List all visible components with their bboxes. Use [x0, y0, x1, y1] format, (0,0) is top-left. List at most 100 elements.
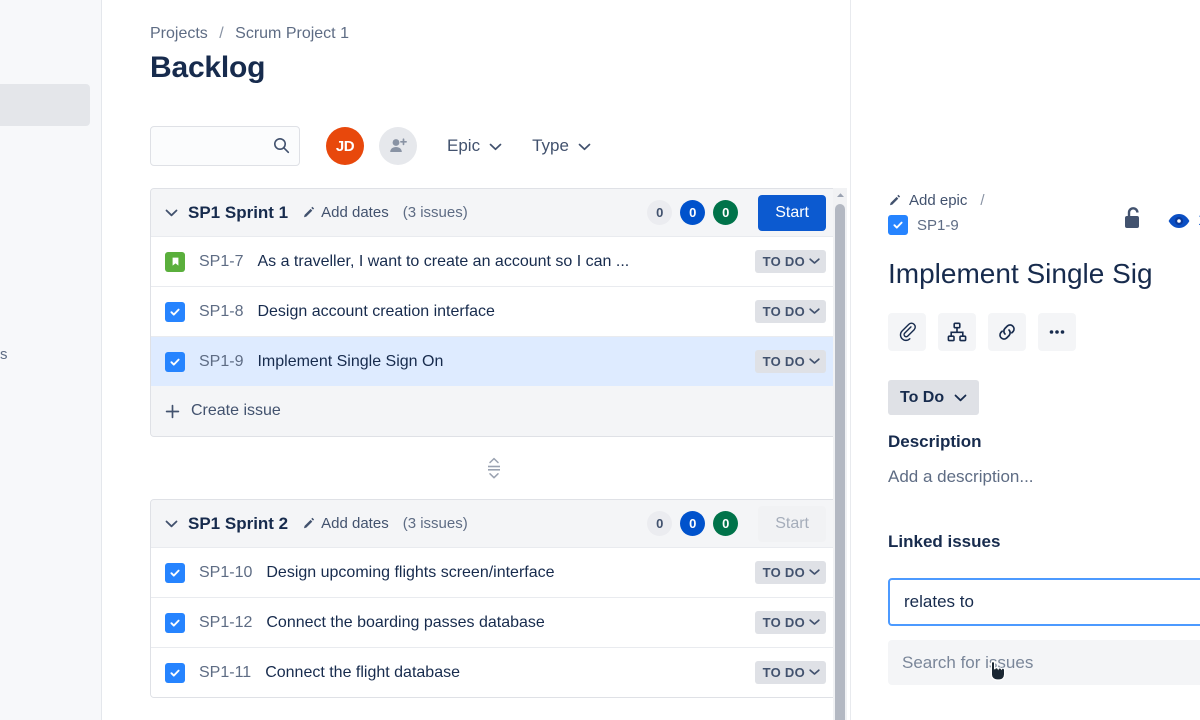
table-row[interactable]: SP1-9 Implement Single Sign On TO DO: [151, 336, 836, 386]
sprint-header[interactable]: SP1 Sprint 1 Add dates (3 issues) 0 0 0 …: [151, 189, 836, 236]
table-row[interactable]: SP1-8 Design account creation interface …: [151, 286, 836, 336]
backlog-scrollbar[interactable]: [833, 188, 847, 720]
badge-done[interactable]: 0: [713, 511, 739, 536]
child-issue-icon[interactable]: [938, 313, 976, 351]
chevron-down-icon[interactable]: [165, 515, 178, 532]
task-icon: [165, 562, 185, 583]
chevron-down-icon[interactable]: [165, 204, 178, 221]
badge-inprogress[interactable]: 0: [680, 200, 706, 225]
issue-key: SP1-10: [199, 563, 253, 581]
table-row[interactable]: SP1-12 Connect the boarding passes datab…: [151, 597, 836, 647]
project-sidebar: s: [0, 0, 102, 720]
description-heading: Description: [888, 432, 982, 451]
chevron-down-icon: [809, 358, 820, 364]
link-type-select[interactable]: relates to: [888, 578, 1200, 626]
type-filter-dropdown[interactable]: Type: [532, 136, 591, 156]
start-sprint-button: Start: [758, 505, 826, 542]
chevron-down-icon: [954, 394, 967, 401]
chevron-down-icon: [809, 569, 820, 575]
chevron-down-icon: [489, 136, 502, 156]
backlog-list: SP1 Sprint 1 Add dates (3 issues) 0 0 0 …: [150, 188, 837, 720]
pencil-icon: [304, 517, 315, 528]
status-badge[interactable]: TO DO: [754, 350, 826, 373]
sprint-name: SP1 Sprint 1: [188, 202, 289, 222]
detail-issue-title: Implement Single Sig: [888, 258, 1153, 289]
breadcrumb-project[interactable]: Scrum Project 1: [235, 25, 349, 42]
issue-key: SP1-12: [199, 613, 253, 631]
issue-detail-panel: Add epic / SP1-9 Implement Single Sig To…: [850, 0, 1200, 720]
table-row[interactable]: SP1-11 Connect the flight database TO DO: [151, 647, 836, 697]
eye-icon: [1168, 213, 1190, 228]
sidebar-item-active[interactable]: [0, 84, 90, 126]
story-icon: [165, 251, 185, 272]
status-badge[interactable]: TO DO: [754, 611, 826, 634]
search-box[interactable]: [150, 126, 300, 166]
create-issue-label: Create issue: [191, 402, 281, 419]
task-icon: [165, 351, 185, 372]
status-label: TO DO: [762, 615, 805, 630]
chevron-down-icon: [809, 308, 820, 314]
table-row[interactable]: SP1-10 Design upcoming flights screen/in…: [151, 547, 836, 597]
status-label: TO DO: [762, 254, 805, 269]
badge-done[interactable]: 0: [713, 200, 739, 225]
scroll-up-arrow-icon[interactable]: [833, 188, 847, 202]
scrollbar-thumb[interactable]: [835, 204, 845, 720]
sprint-issue-count: (3 issues): [402, 515, 468, 532]
add-person-icon[interactable]: [379, 127, 417, 165]
breadcrumb-projects[interactable]: Projects: [150, 25, 208, 42]
issue-key: SP1-7: [199, 252, 244, 270]
description-placeholder[interactable]: Add a description...: [888, 467, 1034, 487]
badge-todo[interactable]: 0: [647, 511, 673, 536]
task-icon: [888, 215, 908, 235]
sprint-section: SP1 Sprint 1 Add dates (3 issues) 0 0 0 …: [150, 188, 837, 437]
detail-breadcrumb-separator: /: [980, 192, 985, 209]
watch-button[interactable]: 1: [1167, 212, 1200, 230]
status-dropdown[interactable]: To Do: [888, 380, 980, 415]
add-dates-label: Add dates: [321, 204, 389, 221]
breadcrumb: Projects / Scrum Project 1: [150, 25, 349, 43]
badge-todo[interactable]: 0: [647, 200, 673, 225]
sprint-badges: 0 0 0 Start: [647, 194, 826, 231]
status-dropdown-label: To Do: [900, 388, 945, 406]
unlock-icon[interactable]: [1121, 205, 1145, 236]
issue-summary: Implement Single Sign On: [257, 352, 444, 370]
more-options-icon[interactable]: [1038, 313, 1076, 351]
add-dates-button[interactable]: Add dates: [302, 515, 389, 532]
start-sprint-button[interactable]: Start: [758, 194, 826, 231]
chevron-down-icon: [578, 136, 591, 156]
pencil-icon: [304, 206, 315, 217]
task-icon: [165, 662, 185, 683]
task-icon: [165, 612, 185, 633]
search-input[interactable]: [159, 137, 269, 155]
table-row[interactable]: SP1-7 As a traveller, I want to create a…: [151, 236, 836, 286]
status-badge[interactable]: TO DO: [754, 250, 826, 273]
create-issue-button[interactable]: Create issue: [151, 386, 836, 436]
status-label: TO DO: [762, 354, 805, 369]
epic-filter-label: Epic: [447, 136, 481, 155]
chevron-down-icon: [809, 669, 820, 675]
status-label: TO DO: [762, 565, 805, 580]
status-badge[interactable]: TO DO: [754, 661, 826, 684]
issue-summary: Design account creation interface: [257, 302, 495, 320]
add-epic-button[interactable]: Add epic: [909, 192, 967, 209]
type-filter-label: Type: [532, 136, 569, 155]
sprint-resize-handle[interactable]: [150, 437, 837, 499]
chevron-down-icon: [809, 258, 820, 264]
link-issue-search-placeholder: Search for issues: [902, 652, 1034, 672]
link-issue-search-input[interactable]: Search for issues: [888, 640, 1200, 685]
chevron-down-icon: [809, 619, 820, 625]
link-icon[interactable]: [988, 313, 1026, 351]
add-dates-button[interactable]: Add dates: [302, 204, 389, 221]
epic-filter-dropdown[interactable]: Epic: [447, 136, 502, 156]
pencil-icon: [890, 194, 901, 205]
issue-key: SP1-11: [199, 663, 252, 681]
status-badge[interactable]: TO DO: [754, 561, 826, 584]
status-badge[interactable]: TO DO: [754, 300, 826, 323]
attach-icon[interactable]: [888, 313, 926, 351]
sprint-issue-count: (3 issues): [402, 204, 468, 221]
badge-inprogress[interactable]: 0: [680, 511, 706, 536]
plus-icon: [165, 404, 180, 418]
avatar[interactable]: JD: [326, 127, 364, 165]
sprint-header[interactable]: SP1 Sprint 2 Add dates (3 issues) 0 0 0 …: [151, 500, 836, 547]
detail-issue-key[interactable]: SP1-9: [917, 217, 959, 234]
